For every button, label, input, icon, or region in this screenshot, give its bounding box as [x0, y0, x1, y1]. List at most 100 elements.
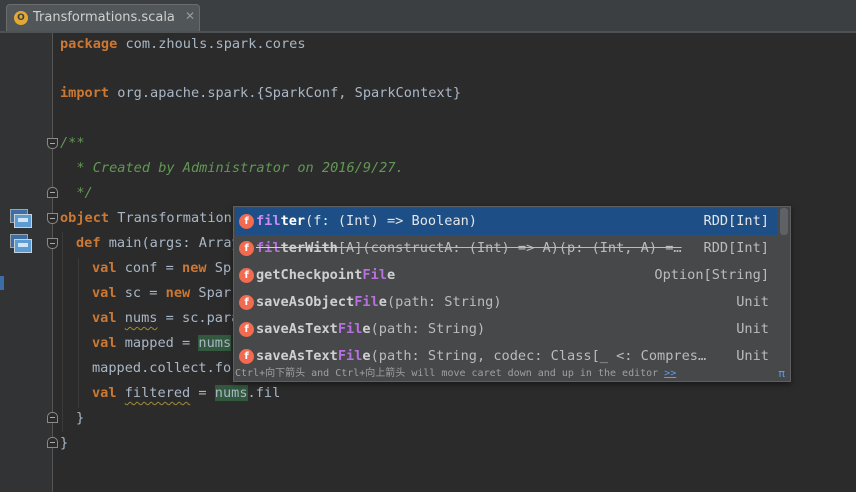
keyword: val [92, 310, 117, 326]
keyword: new [165, 285, 191, 301]
code-line-comment-open[interactable]: /** [60, 131, 85, 156]
code-text: Transformation [109, 210, 232, 226]
tab-title: Transformations.scala [33, 10, 175, 25]
name-text: e [362, 348, 371, 364]
code-text: conf = [116, 260, 183, 276]
code-line-conf[interactable]: val conf = new Sp [92, 256, 231, 281]
fold-toggle-main[interactable] [47, 238, 58, 249]
code-line-import[interactable]: import org.apache.spark.{SparkConf, Spar… [60, 81, 461, 106]
code-line-comment-body[interactable]: * Created by Administrator on 2016/9/27. [60, 156, 403, 181]
fold-toggle-comment-open[interactable] [47, 138, 58, 149]
keyword: object [60, 210, 110, 226]
keyword: val [92, 285, 117, 301]
completion-type: Unit [736, 294, 769, 310]
code-text: = sc.para [157, 310, 240, 326]
code-text: mapped = [116, 335, 199, 351]
implemented-icon[interactable] [10, 234, 34, 254]
fold-toggle-comment-close[interactable] [47, 187, 58, 198]
code-text: Spar [190, 285, 232, 301]
name-text: e [386, 267, 396, 283]
match-text: Fil [337, 348, 363, 364]
name-text: saveAsText [256, 348, 338, 364]
match-text: Fil [362, 267, 387, 283]
code-text: com.zhouls.spark.cores [117, 36, 306, 52]
variable-nums-highlighted: nums [198, 335, 232, 351]
code-text: main(args: Array [100, 235, 240, 251]
editor-tab-bar: O Transformations.scala ✕ [0, 0, 856, 33]
code-line-brace[interactable]: } [76, 406, 84, 431]
completion-name: filterWith[A](constructA: (Int) => A)(p:… [256, 235, 682, 262]
keyword: package [60, 36, 118, 52]
completion-name: saveAsObjectFile(path: String) [256, 289, 502, 316]
indent-guide [62, 232, 63, 432]
completion-name: getCheckpointFile [256, 262, 395, 289]
completion-item-saveasobjectfile[interactable]: f saveAsObjectFile(path: String) Unit [235, 289, 777, 316]
keyword: val [92, 385, 117, 401]
name-text: e [378, 294, 387, 310]
completion-type: Unit [736, 348, 769, 364]
completion-hint: Ctrl+向下箭头 and Ctrl+向上箭头 will move caret … [235, 367, 789, 381]
editor-gutter [0, 33, 52, 492]
code-text: sc = [116, 285, 166, 301]
completion-type: RDD[Int] [703, 240, 769, 256]
code-line-brace[interactable]: } [60, 431, 68, 456]
scala-object-icon: O [14, 11, 28, 25]
code-line-object[interactable]: object Transformation [60, 206, 232, 231]
name-text: terWith [280, 240, 338, 256]
name-text: getCheckpoint [256, 267, 363, 283]
completion-item-filterwith[interactable]: f filterWith[A](constructA: (Int) => A)(… [235, 235, 777, 262]
keyword: import [60, 85, 110, 101]
name-text: saveAsObject [256, 294, 355, 310]
code-line-nums[interactable]: val nums = sc.para [92, 306, 239, 331]
completion-item-getcheckpointfile[interactable]: f getCheckpointFile Option[String] [235, 262, 777, 289]
variable-nums: nums [124, 310, 158, 326]
fold-toggle-main-end[interactable] [47, 412, 58, 423]
function-icon: f [239, 268, 254, 283]
pi-icon[interactable]: π [778, 367, 785, 380]
gutter-divider [52, 33, 53, 492]
fold-toggle-object[interactable] [47, 213, 58, 224]
code-line-comment-close[interactable]: */ [60, 181, 92, 206]
code-line-filtered[interactable]: val filtered = nums.fil [92, 381, 280, 406]
name-text: e [362, 321, 371, 337]
completion-item-saveastextfile-codec[interactable]: f saveAsTextFile(path: String, codec: Cl… [235, 343, 777, 370]
function-icon: f [239, 241, 254, 256]
implemented-icon[interactable] [10, 209, 34, 229]
completion-scrollbar[interactable] [778, 208, 789, 365]
code-line-package[interactable]: package com.zhouls.spark.cores [60, 32, 306, 57]
code-line-collect[interactable]: mapped.collect.for [92, 356, 239, 381]
scrollbar-thumb[interactable] [780, 208, 788, 235]
completion-type: Unit [736, 321, 769, 337]
keyword: val [92, 260, 117, 276]
function-icon: f [239, 322, 254, 337]
tab-transformations-scala[interactable]: O Transformations.scala ✕ [6, 4, 200, 31]
completion-item-saveastextfile[interactable]: f saveAsTextFile(path: String) Unit [235, 316, 777, 343]
completion-signature: (path: String) [386, 294, 502, 310]
variable-filtered: filtered [124, 385, 191, 401]
name-text: saveAsText [256, 321, 338, 337]
completion-type: Option[String] [654, 267, 769, 283]
match-text: fil [256, 213, 281, 229]
code-line-sc[interactable]: val sc = new Spar [92, 281, 231, 306]
change-marker [0, 276, 4, 290]
match-text: Fil [354, 294, 379, 310]
code-line-mapped[interactable]: val mapped = nums. [92, 331, 239, 356]
completion-name: saveAsTextFile(path: String, codec: Clas… [256, 343, 706, 370]
code-line-main[interactable]: def main(args: Array [76, 231, 240, 256]
fold-toggle-object-end[interactable] [47, 437, 58, 448]
code-text: = [190, 385, 215, 401]
completion-item-filter[interactable]: f filter(f: (Int) => Boolean) RDD[Int] [235, 208, 777, 235]
completion-name: filter(f: (Int) => Boolean) [256, 208, 477, 235]
close-icon[interactable]: ✕ [185, 9, 195, 23]
keyword: def [76, 235, 101, 251]
completion-signature: [A](constructA: (Int) => A)(p: (Int, A) … [337, 240, 682, 256]
code-completion-popup: f filter(f: (Int) => Boolean) RDD[Int] f… [233, 206, 791, 382]
function-icon: f [239, 349, 254, 364]
completion-signature: (path: String, codec: Class[_ <: Compres… [370, 348, 707, 364]
completion-name: saveAsTextFile(path: String) [256, 316, 485, 343]
indent-guide [78, 258, 79, 408]
hint-more-link[interactable]: >> [664, 368, 676, 379]
name-text: ter [280, 213, 306, 229]
